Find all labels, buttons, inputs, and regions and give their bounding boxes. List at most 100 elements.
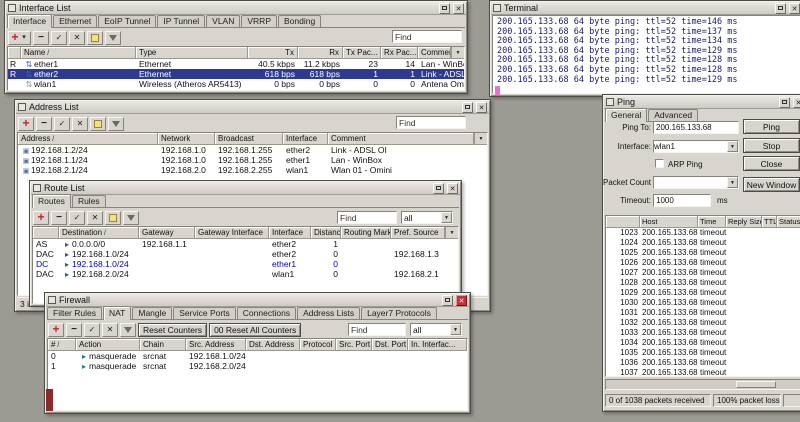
column-header-routing-mark[interactable]: Routing Mark (341, 227, 391, 238)
tab-routes[interactable]: Routes (32, 194, 71, 208)
table-row[interactable]: Rether2Ethernet 618 bps 618 bps 1 1 Link - AD… (8, 69, 464, 79)
table-row[interactable]: 1036 200.165.133.68 timeout (606, 358, 800, 368)
combo-arrow-icon[interactable] (441, 212, 452, 223)
find-input[interactable] (392, 30, 462, 43)
tab-interface[interactable]: Interface (7, 14, 53, 28)
tab-bonding[interactable]: Bonding (278, 15, 322, 27)
column-header-comment[interactable]: Comment (418, 47, 451, 58)
packet-count-input[interactable] (653, 176, 739, 189)
column-select-button[interactable] (474, 133, 487, 144)
column-header-dst-address[interactable]: Dst. Address (246, 339, 300, 350)
filter-button[interactable] (108, 116, 124, 131)
column-header-interface[interactable]: Interface (283, 133, 328, 144)
column-header-tx-packets[interactable]: Tx Pac... (343, 47, 381, 58)
column-header-protocol[interactable]: Protocol (300, 339, 336, 350)
disable-button[interactable] (87, 210, 103, 225)
column-header-in-interface[interactable]: In. Interfac... (408, 339, 467, 350)
close-button[interactable] (453, 2, 464, 14)
remove-button[interactable] (66, 322, 82, 337)
table-row[interactable]: 192.168.1.1/24192.168.1.0 192.168.1.255 et… (18, 155, 487, 165)
table-row[interactable]: 1029 200.165.133.68 timeout (606, 288, 800, 298)
column-header-status[interactable]: Status (777, 216, 800, 227)
remove-button[interactable] (33, 30, 49, 45)
combo-arrow-icon[interactable] (727, 177, 738, 188)
tab-eoip-tunnel[interactable]: EoIP Tunnel (98, 15, 157, 27)
column-select-button[interactable] (445, 227, 458, 238)
arp-ping-checkbox[interactable] (655, 159, 664, 168)
rollup-button[interactable] (442, 294, 453, 306)
tab-general[interactable]: General (605, 108, 648, 122)
comment-button[interactable] (90, 116, 106, 131)
table-row[interactable]: AS 0.0.0.0/0192.168.1.1 ether2 1 (33, 239, 458, 249)
table-row[interactable]: 1024 200.165.133.68 timeout (606, 238, 800, 248)
add-button[interactable] (33, 210, 49, 225)
terminal-titlebar[interactable]: Terminal (491, 2, 800, 15)
column-header-chain[interactable]: Chain (140, 339, 186, 350)
column-header-gateway[interactable]: Gateway (139, 227, 195, 238)
column-header-type[interactable]: Type (136, 47, 248, 58)
filter-button[interactable] (120, 322, 136, 337)
tab-rules[interactable]: Rules (71, 195, 106, 207)
column-header-host[interactable]: Host (640, 216, 698, 227)
disable-button[interactable] (72, 116, 88, 131)
column-header-gateway-interface[interactable]: Gateway Interface (195, 227, 269, 238)
comment-button[interactable] (105, 210, 121, 225)
table-row[interactable]: 1026 200.165.133.68 timeout (606, 258, 800, 268)
column-header-interface[interactable]: Interface (269, 227, 311, 238)
column-select-button[interactable] (451, 47, 464, 58)
close-dialog-button[interactable]: Close (743, 156, 800, 171)
tab-advanced[interactable]: Advanced (648, 109, 699, 121)
close-button[interactable] (447, 182, 458, 194)
close-button[interactable] (456, 294, 467, 306)
vertical-scrollbar[interactable] (46, 389, 53, 411)
rollup-button[interactable] (462, 101, 473, 113)
column-header-src-port[interactable]: Src. Port (336, 339, 372, 350)
table-row[interactable]: DC 192.168.1.0/24 ether1 0 (33, 259, 458, 269)
column-header-flags[interactable] (33, 227, 59, 238)
scrollbar-thumb[interactable] (736, 381, 776, 388)
table-row[interactable]: 1028 200.165.133.68 timeout (606, 278, 800, 288)
reset-counters-button[interactable]: Reset Counters (138, 322, 208, 337)
filter-button[interactable] (105, 30, 121, 45)
comment-button[interactable] (87, 30, 103, 45)
column-header-rx-packets[interactable]: Rx Pac... (381, 47, 418, 58)
reset-all-counters-button[interactable]: 00 Reset All Counters (209, 322, 302, 337)
remove-button[interactable] (36, 116, 52, 131)
tab-filter-rules[interactable]: Filter Rules (47, 307, 102, 319)
terminal-output[interactable]: 200.165.133.68 64 byte ping: ttl=52 time… (492, 15, 800, 94)
column-header-tx[interactable]: Tx (248, 47, 298, 58)
column-header-time[interactable]: Time (698, 216, 726, 227)
tab-ethernet[interactable]: Ethernet (53, 15, 98, 27)
table-row[interactable]: 1027 200.165.133.68 timeout (606, 268, 800, 278)
table-row[interactable]: 1023 200.165.133.68 timeout (606, 228, 800, 238)
ping-button[interactable]: Ping (743, 119, 800, 134)
tab-vlan[interactable]: VLAN (206, 15, 241, 27)
horizontal-scrollbar[interactable] (605, 379, 800, 390)
table-row[interactable]: 1031 200.165.133.68 timeout (606, 308, 800, 318)
table-row[interactable]: 1030 200.165.133.68 timeout (606, 298, 800, 308)
column-header-pref-source[interactable]: Pref. Source (391, 227, 445, 238)
new-window-button[interactable]: New Window (743, 177, 800, 192)
column-header-ttl[interactable]: TTL (762, 216, 777, 227)
rollup-button[interactable] (779, 96, 790, 108)
combo-arrow-icon[interactable] (727, 141, 738, 152)
column-header-rx[interactable]: Rx (298, 47, 343, 58)
column-header-address[interactable]: Address (18, 133, 158, 144)
tab-vrrp[interactable]: VRRP (241, 15, 277, 27)
tab-address-lists[interactable]: Address Lists (297, 307, 361, 319)
table-row[interactable]: DAC 192.168.1.0/24 ether2 0 192.168.1.3 (33, 249, 458, 259)
tab-layer7-protocols[interactable]: Layer7 Protocols (361, 307, 437, 319)
table-row[interactable]: 1025 200.165.133.68 timeout (606, 248, 800, 258)
ping-to-input[interactable]: 200.165.133.68 (653, 121, 739, 134)
column-header-action[interactable]: Action (76, 339, 140, 350)
table-row[interactable]: Rether1Ethernet 40.5 kbps 11.2 kbps 23 14 Lan… (8, 59, 464, 69)
enable-button[interactable] (84, 322, 100, 337)
column-header-comment[interactable]: Comment (328, 133, 474, 144)
column-header-seq[interactable] (606, 216, 640, 227)
find-input[interactable] (337, 211, 397, 224)
column-header-distance[interactable]: Distance (311, 227, 341, 238)
table-row[interactable]: 1033 200.165.133.68 timeout (606, 328, 800, 338)
table-row[interactable]: 192.168.2.1/24192.168.2.0 192.168.2.255 wl… (18, 165, 487, 175)
timeout-input[interactable]: 1000 (653, 194, 711, 207)
table-row[interactable]: 1034 200.165.133.68 timeout (606, 338, 800, 348)
